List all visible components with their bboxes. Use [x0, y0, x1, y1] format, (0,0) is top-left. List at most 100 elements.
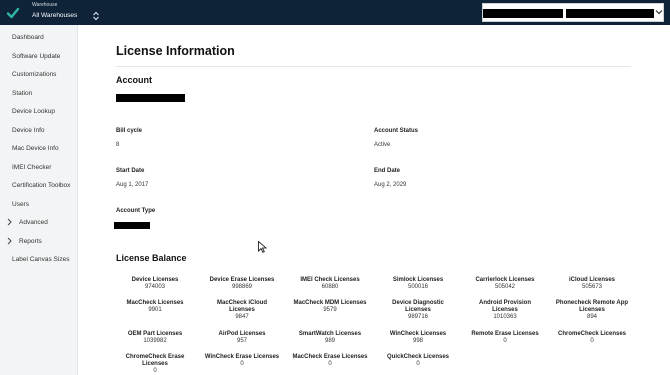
warehouse-select[interactable]: All Warehouses	[32, 12, 77, 19]
license-item: Android Provision Licenses 1010363	[460, 300, 550, 321]
license-count: 957	[236, 338, 247, 344]
license-item: QuickCheck Licenses 0	[373, 354, 463, 368]
license-item: ChromeCheck Licenses 0	[547, 331, 637, 345]
top-bar: Warehouse All Warehouses	[0, 0, 670, 25]
license-count: 1039982	[143, 338, 167, 344]
license-name: MacCheck MDM Licenses	[293, 300, 367, 306]
sidebar-item-device-lookup[interactable]: Device Lookup	[0, 103, 78, 119]
license-item: Simlock Licenses 500016	[373, 277, 463, 291]
license-count: 989716	[407, 314, 429, 320]
account-heading: Account	[116, 75, 152, 85]
account-status-value: Active	[374, 142, 391, 148]
license-item: Device Erase Licenses 998869	[197, 277, 287, 291]
license-name: Remote Erase Licenses	[471, 331, 539, 337]
sidebar-item-label-canvas-sizes[interactable]: Label Canvas Sizes	[0, 251, 78, 267]
sidebar-item-label: Reports	[19, 237, 42, 245]
app-logo[interactable]	[0, 0, 25, 25]
sidebar-item-device-info[interactable]: Device Info	[0, 122, 78, 138]
license-count: 0	[590, 338, 594, 344]
license-item: IMEI Check Licenses 60880	[285, 277, 375, 291]
account-type-label: Account Type	[116, 208, 156, 214]
license-count: 989	[324, 338, 335, 344]
license-balance-heading: License Balance	[116, 253, 187, 263]
license-name: QuickCheck Licenses	[386, 354, 450, 360]
sidebar-item-imei-checker[interactable]: IMEI Checker	[0, 159, 78, 175]
license-item: MacCheck iCloud Licenses 9847	[197, 300, 287, 321]
license-name: Device Licenses	[131, 277, 179, 283]
license-count: 1010363	[493, 314, 517, 320]
sidebar-item-label: Label Canvas Sizes	[12, 255, 70, 263]
sidebar-item-label: Customizations	[12, 70, 57, 78]
sidebar-item-customizations[interactable]: Customizations	[0, 66, 78, 82]
license-count: 9847	[235, 314, 249, 320]
license-name: Device Diagnostic Licenses	[392, 300, 444, 313]
license-name: IMEI Check Licenses	[300, 277, 360, 283]
sidebar-item-label: Advanced	[19, 218, 48, 226]
start-date-value: Aug 1, 2017	[116, 182, 149, 188]
sidebar-item-label: Dashboard	[12, 33, 44, 41]
license-item: WinCheck Licenses 998	[373, 331, 463, 345]
sidebar-item-label: Station	[12, 89, 33, 97]
sidebar-item-advanced[interactable]: Advanced	[0, 214, 78, 230]
license-item: Phonecheck Remote App Licenses 894	[547, 300, 637, 321]
license-count: 0	[153, 368, 157, 374]
license-item: iCloud Licenses 505673	[547, 277, 637, 291]
bill-cycle-value: 8	[116, 142, 120, 148]
sidebar-item-reports[interactable]: Reports	[0, 233, 78, 249]
license-item: Remote Erase Licenses 0	[460, 331, 550, 345]
license-count: 0	[328, 361, 332, 367]
main-content: License Information Account Bill cycle 8…	[79, 25, 670, 375]
license-name: SmartWatch Licenses	[298, 331, 362, 337]
license-item: Carrierlock Licenses 505042	[460, 277, 550, 291]
license-name: WinCheck Erase Licenses	[204, 354, 280, 360]
sidebar-item-dashboard[interactable]: Dashboard	[0, 29, 78, 45]
license-count: 9901	[148, 307, 162, 313]
license-item: MacCheck MDM Licenses 9579	[285, 300, 375, 314]
chevron-right-icon	[7, 237, 12, 245]
license-item: SmartWatch Licenses 989	[285, 331, 375, 345]
license-count: 0	[240, 361, 244, 367]
license-count: 998	[412, 338, 423, 344]
license-name: Android Provision Licenses	[478, 300, 531, 313]
license-item: AirPod Licenses 957	[197, 331, 287, 345]
license-count: 60880	[321, 284, 339, 290]
license-count: 505673	[581, 284, 603, 290]
bill-cycle-label: Bill cycle	[116, 128, 143, 134]
license-name: MacCheck Erase Licenses	[292, 354, 368, 360]
chevron-down-icon[interactable]	[655, 9, 663, 15]
license-count: 505042	[494, 284, 516, 290]
license-item: MacCheck Erase Licenses 0	[285, 354, 375, 368]
license-name: MacCheck iCloud Licenses	[216, 300, 267, 313]
sidebar-item-mac-device-info[interactable]: Mac Device Info	[0, 140, 78, 156]
check-logo-icon	[6, 7, 19, 18]
license-name: ChromeCheck Licenses	[557, 331, 627, 337]
sidebar-item-software-update[interactable]: Software Update	[0, 48, 78, 64]
license-item: MacCheck Licenses 9901	[110, 300, 200, 314]
sidebar-item-label: Certification Toolbox	[12, 181, 71, 189]
license-name: Device Erase Licenses	[209, 277, 275, 283]
license-count: 0	[416, 361, 420, 367]
license-name: ChromeCheck Erase Licenses	[125, 354, 185, 367]
redacted-account-type	[114, 222, 150, 229]
redacted-field	[483, 9, 563, 18]
sidebar-item-label: Users	[12, 200, 29, 208]
license-item: Device Diagnostic Licenses 989716	[373, 300, 463, 321]
license-item: OEM Part Licenses 1039982	[110, 331, 200, 345]
mouse-cursor-icon	[258, 241, 267, 253]
license-name: AirPod Licenses	[218, 331, 266, 337]
sidebar-item-label: Device Info	[12, 126, 45, 134]
warehouse-label: Warehouse	[32, 2, 58, 8]
license-name: iCloud Licenses	[568, 277, 615, 283]
license-name: Simlock Licenses	[392, 277, 444, 283]
sort-icon[interactable]	[92, 11, 100, 21]
license-name: Carrierlock Licenses	[475, 277, 535, 283]
license-name: WinCheck Licenses	[389, 331, 447, 337]
sidebar-item-certification-toolbox[interactable]: Certification Toolbox	[0, 177, 78, 193]
sidebar-item-station[interactable]: Station	[0, 85, 78, 101]
sidebar-item-label: Device Lookup	[12, 107, 55, 115]
sidebar-item-label: IMEI Checker	[12, 163, 52, 171]
sidebar-item-users[interactable]: Users	[0, 196, 78, 212]
license-count: 9579	[323, 307, 337, 313]
end-date-value: Aug 2, 2029	[374, 182, 407, 188]
license-name: MacCheck Licenses	[126, 300, 184, 306]
